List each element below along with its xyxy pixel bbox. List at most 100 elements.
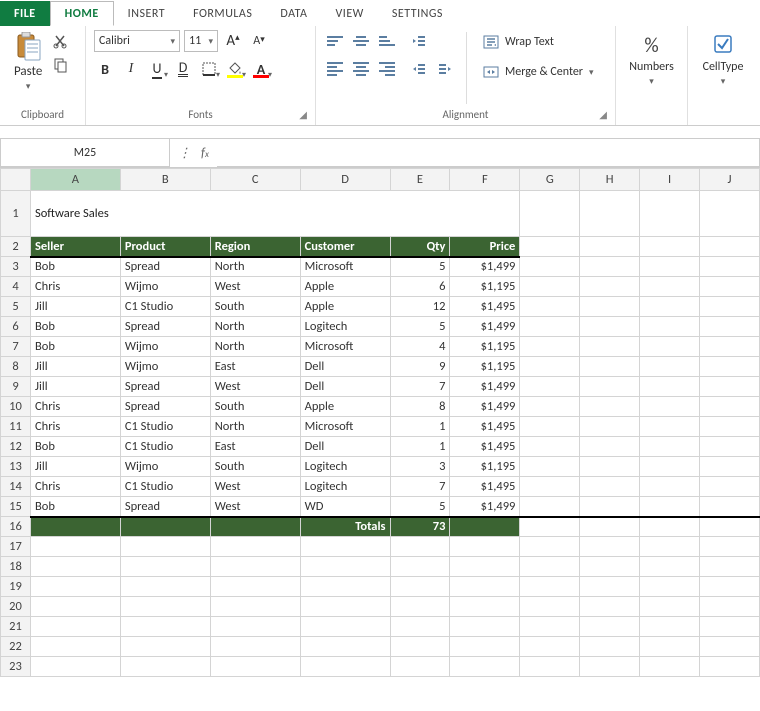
cell[interactable] (580, 191, 640, 237)
cell[interactable] (580, 617, 640, 637)
column-header-B[interactable]: B (120, 169, 210, 191)
cell[interactable] (30, 577, 120, 597)
font-size-combo[interactable]: 11▾ (184, 30, 218, 52)
cell[interactable]: Wijmo (120, 337, 210, 357)
cell[interactable] (700, 557, 760, 577)
cell[interactable]: 5 (390, 257, 450, 277)
cell[interactable]: 5 (390, 497, 450, 517)
cell[interactable] (700, 437, 760, 457)
cell[interactable]: Chris (30, 397, 120, 417)
cell[interactable] (700, 377, 760, 397)
cell[interactable] (700, 317, 760, 337)
cell[interactable]: Dell (300, 437, 390, 457)
cell[interactable]: WD (300, 497, 390, 517)
cell[interactable]: 9 (390, 357, 450, 377)
spreadsheet-grid[interactable]: ABCDEFGHIJ1Software Sales2SellerProductR… (0, 168, 760, 677)
cell[interactable] (700, 477, 760, 497)
indent-right-button[interactable] (434, 58, 456, 80)
cell[interactable] (300, 617, 390, 637)
align-top-button[interactable] (324, 30, 346, 52)
cell[interactable] (640, 297, 700, 317)
column-header-A[interactable]: A (30, 169, 120, 191)
cell[interactable]: 7 (390, 477, 450, 497)
align-center-button[interactable] (350, 58, 372, 80)
cell[interactable]: Microsoft (300, 417, 390, 437)
cell[interactable] (640, 397, 700, 417)
cell[interactable] (580, 577, 640, 597)
row-header[interactable]: 6 (1, 317, 31, 337)
tab-insert[interactable]: INSERT (114, 1, 179, 26)
cell[interactable] (580, 237, 640, 257)
cell[interactable]: North (210, 317, 300, 337)
cell[interactable] (700, 637, 760, 657)
cell[interactable] (520, 577, 580, 597)
cut-button[interactable] (52, 32, 70, 50)
cell[interactable]: Chris (30, 477, 120, 497)
cell[interactable]: Bob (30, 317, 120, 337)
cell[interactable]: C1 Studio (120, 417, 210, 437)
cell[interactable] (450, 577, 520, 597)
cell[interactable] (700, 577, 760, 597)
cell[interactable] (210, 657, 300, 677)
row-header[interactable]: 22 (1, 637, 31, 657)
cell[interactable] (580, 517, 640, 537)
cell[interactable] (520, 517, 580, 537)
cell[interactable]: Dell (300, 377, 390, 397)
cell[interactable] (700, 657, 760, 677)
align-middle-button[interactable] (350, 30, 372, 52)
align-left-button[interactable] (324, 58, 346, 80)
formula-input[interactable] (217, 138, 760, 167)
cell[interactable] (30, 537, 120, 557)
cell[interactable]: $1,499 (450, 377, 520, 397)
cell[interactable] (520, 337, 580, 357)
cell[interactable]: 7 (390, 377, 450, 397)
cell[interactable]: South (210, 457, 300, 477)
table-header[interactable]: Seller (30, 237, 120, 257)
bold-button[interactable]: B (94, 58, 116, 80)
cell[interactable] (210, 557, 300, 577)
cell[interactable]: Apple (300, 397, 390, 417)
cell[interactable] (520, 257, 580, 277)
cell[interactable] (580, 317, 640, 337)
cell[interactable] (700, 497, 760, 517)
align-bottom-button[interactable] (376, 30, 398, 52)
table-header[interactable]: Product (120, 237, 210, 257)
cell[interactable] (210, 517, 300, 537)
cell[interactable] (640, 637, 700, 657)
cell[interactable] (640, 557, 700, 577)
cell[interactable] (640, 377, 700, 397)
cell[interactable] (120, 657, 210, 677)
wrap-text-button[interactable]: Wrap Text (477, 30, 600, 54)
cell[interactable]: $1,495 (450, 297, 520, 317)
cell[interactable] (580, 277, 640, 297)
column-header-I[interactable]: I (640, 169, 700, 191)
cell[interactable] (300, 637, 390, 657)
cell[interactable] (520, 617, 580, 637)
border-button[interactable] (198, 58, 220, 80)
cell[interactable] (390, 537, 450, 557)
cell[interactable]: Logitech (300, 317, 390, 337)
cell[interactable] (580, 457, 640, 477)
cell[interactable]: $1,495 (450, 417, 520, 437)
cell[interactable] (640, 657, 700, 677)
row-header[interactable]: 18 (1, 557, 31, 577)
cell[interactable]: C1 Studio (120, 477, 210, 497)
cell[interactable]: Microsoft (300, 337, 390, 357)
cell[interactable]: $1,195 (450, 337, 520, 357)
cell[interactable] (300, 577, 390, 597)
decrease-font-button[interactable]: A▾ (248, 30, 270, 52)
cell[interactable]: Jill (30, 377, 120, 397)
cell[interactable]: $1,499 (450, 397, 520, 417)
cell[interactable] (580, 357, 640, 377)
cell[interactable] (210, 537, 300, 557)
cell[interactable] (120, 577, 210, 597)
cell[interactable]: 8 (390, 397, 450, 417)
cell[interactable]: C1 Studio (120, 297, 210, 317)
row-header[interactable]: 1 (1, 191, 31, 237)
cell[interactable]: $1,495 (450, 437, 520, 457)
cell[interactable] (580, 637, 640, 657)
row-header[interactable]: 11 (1, 417, 31, 437)
cell[interactable] (640, 477, 700, 497)
row-header[interactable]: 17 (1, 537, 31, 557)
cell[interactable] (580, 397, 640, 417)
